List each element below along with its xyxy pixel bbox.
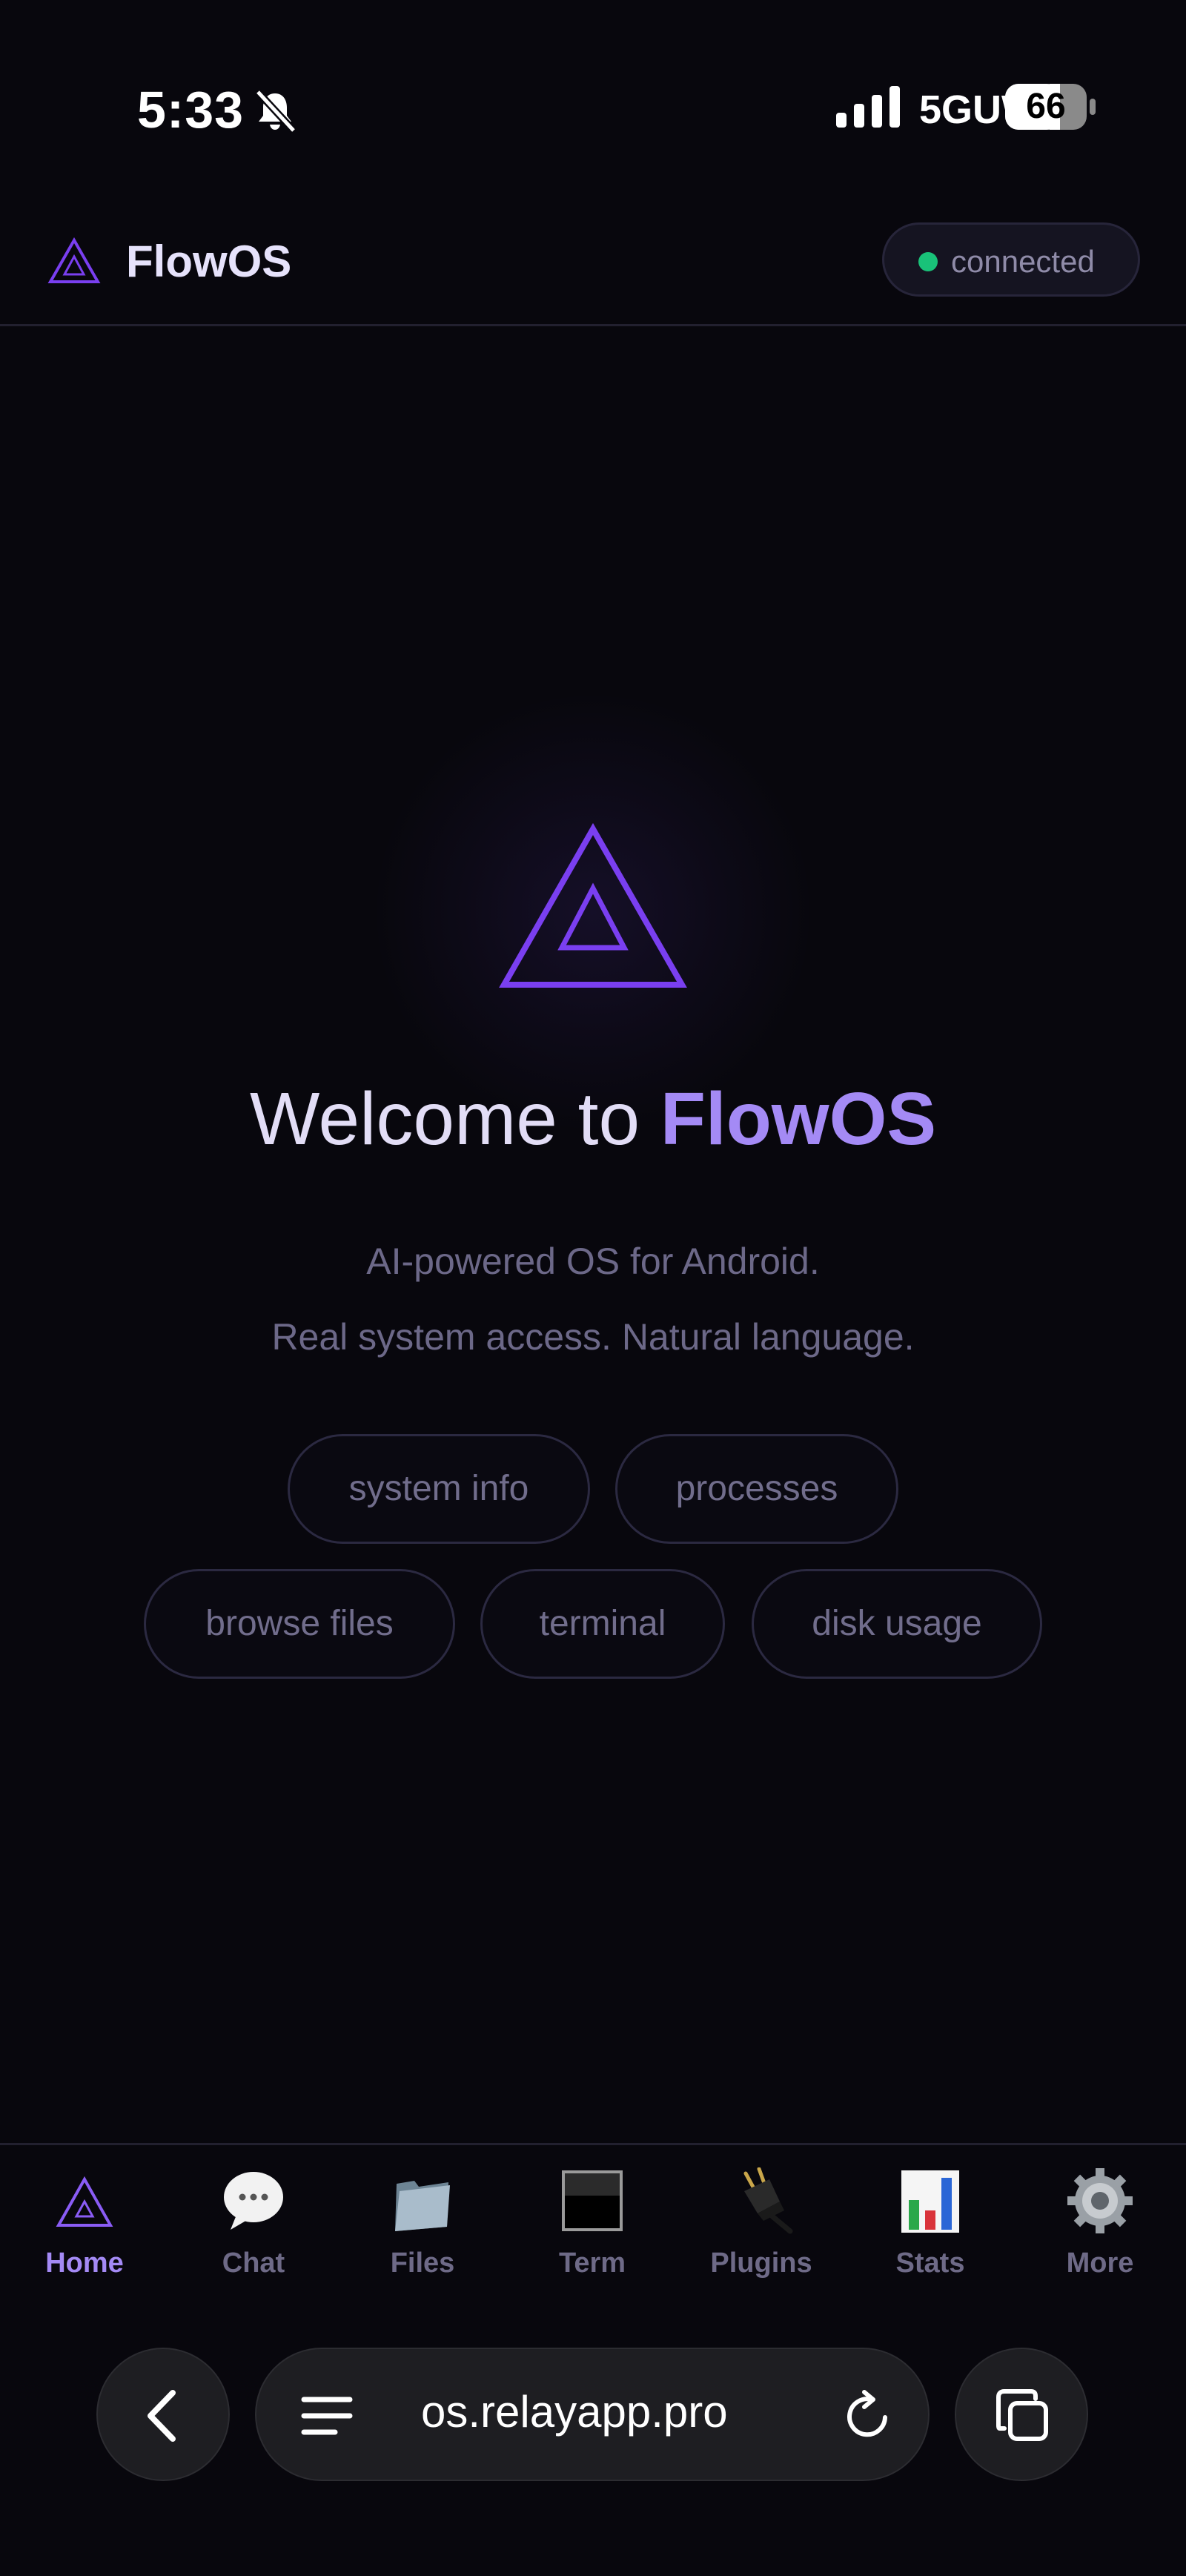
nav-label-chat: Chat — [222, 2248, 285, 2279]
nav-item-stats[interactable]: Stats — [856, 2167, 1004, 2301]
nav-label-home: Home — [45, 2248, 124, 2279]
browser-toolbar: os.relayapp.pro — [0, 2321, 1186, 2576]
browser-tabs-button[interactable] — [955, 2348, 1088, 2481]
app-header: FlowOS connected — [0, 215, 1186, 326]
chip-browse-files[interactable]: browse files — [144, 1569, 455, 1679]
chip-disk-usage[interactable]: disk usage — [752, 1569, 1042, 1679]
flowos-hero-logo-icon — [499, 823, 687, 988]
browser-back-button[interactable] — [96, 2348, 230, 2481]
speech-bubble-icon — [224, 2172, 283, 2230]
nav-item-term[interactable]: Term — [518, 2167, 666, 2301]
app-title: FlowOS — [126, 237, 292, 286]
chevron-left-icon — [148, 2390, 176, 2442]
terminal-icon — [562, 2170, 623, 2231]
status-bar: 5:33 5GUW 66 — [0, 0, 1186, 215]
chip-terminal[interactable]: terminal — [480, 1569, 725, 1679]
status-time: 5:33 — [137, 81, 245, 139]
tagline-line-2: Real system access. Natural language. — [271, 1316, 915, 1358]
nav-label-files: Files — [390, 2248, 455, 2279]
plug-icon — [743, 2167, 793, 2234]
nav-item-home[interactable]: Home — [10, 2167, 159, 2301]
connection-status-badge: connected — [882, 222, 1140, 297]
welcome-prefix: Welcome to — [249, 1077, 660, 1160]
nav-item-chat[interactable]: Chat — [179, 2167, 328, 2301]
gear-icon — [1067, 2168, 1133, 2233]
connection-status-label: connected — [951, 244, 1095, 279]
bottom-navigation: Home Chat Files Term Plugins Stats More — [0, 2143, 1186, 2321]
chip-processes[interactable]: processes — [615, 1434, 898, 1544]
tagline-line-1: AI-powered OS for Android. — [366, 1241, 820, 1282]
url-text: os.relayapp.pro — [421, 2387, 728, 2437]
nav-label-plugins: Plugins — [710, 2248, 812, 2279]
welcome-heading: Welcome to FlowOS — [0, 1077, 1186, 1162]
welcome-brand: FlowOS — [660, 1077, 937, 1160]
triangle-logo-icon — [56, 2176, 113, 2227]
cellular-signal-icon — [836, 86, 900, 128]
tabs-icon — [996, 2389, 1048, 2441]
folder-icon — [395, 2181, 450, 2231]
nav-label-more: More — [1066, 2248, 1134, 2279]
flowos-logo-icon — [47, 237, 101, 283]
reload-icon[interactable] — [842, 2389, 895, 2443]
battery-level: 66 — [1026, 87, 1066, 126]
nav-label-stats: Stats — [895, 2248, 965, 2279]
chip-system-info[interactable]: system info — [288, 1434, 590, 1544]
bar-chart-icon — [901, 2170, 959, 2233]
browser-address-bar[interactable]: os.relayapp.pro — [255, 2348, 930, 2481]
bell-muted-icon — [255, 89, 296, 133]
nav-item-files[interactable]: Files — [348, 2167, 497, 2301]
flowos-home-screen: 5:33 5GUW 66 FlowOS connected Welcome to… — [0, 0, 1186, 2576]
nav-item-plugins[interactable]: Plugins — [687, 2167, 835, 2301]
status-dot-icon — [918, 252, 938, 271]
nav-label-term: Term — [558, 2248, 626, 2279]
nav-item-more[interactable]: More — [1026, 2167, 1174, 2301]
page-menu-icon — [301, 2397, 353, 2435]
